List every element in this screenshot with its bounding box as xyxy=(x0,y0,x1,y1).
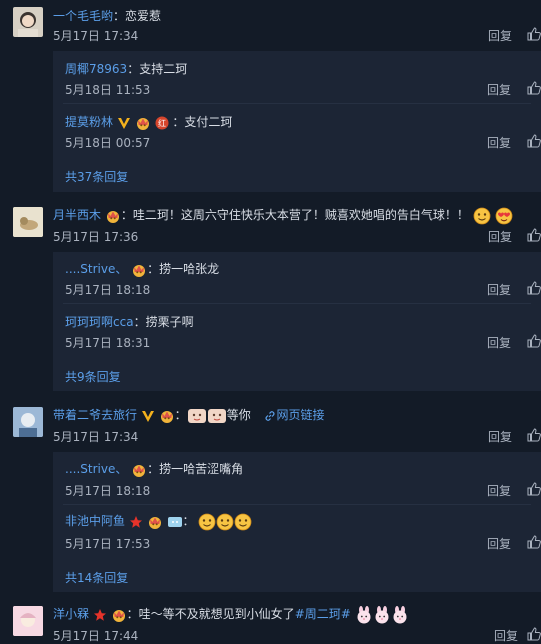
hashtag-link[interactable]: #周二珂# xyxy=(295,607,351,621)
reply-username[interactable]: ....Strive、 xyxy=(65,262,127,276)
reply-button[interactable]: 回复 xyxy=(487,482,511,499)
bunny-emoji-icon xyxy=(373,606,391,624)
reply-panel: ....Strive、 ：捞一哈苦涩嘴角 5月17日 18:18 回复 非池中阿… xyxy=(53,452,541,592)
sticker-icon xyxy=(207,407,227,425)
fan-badge-icon xyxy=(131,263,147,277)
like-icon[interactable] xyxy=(527,134,541,148)
reply-text: ： xyxy=(182,514,195,528)
fan-badge-icon xyxy=(135,116,151,130)
bunny-emoji-icon xyxy=(391,606,409,624)
more-replies-link[interactable]: 共9条回复 xyxy=(65,368,121,385)
reply-time: 5月17日 17:53 xyxy=(65,537,151,551)
avatar[interactable] xyxy=(13,207,43,237)
fan-badge-icon xyxy=(131,463,147,477)
comment-time: 5月17日 17:34 xyxy=(53,29,139,43)
avatar[interactable] xyxy=(13,7,43,37)
reply-username[interactable]: ....Strive、 xyxy=(65,462,127,476)
fan-badge-icon xyxy=(147,515,163,529)
like-icon[interactable] xyxy=(527,334,541,348)
reply-button[interactable]: 回复 xyxy=(488,428,512,445)
reply-username[interactable]: 非池中阿鱼 xyxy=(65,514,125,528)
vip-icon xyxy=(117,116,131,130)
tv-badge-icon xyxy=(167,515,183,529)
comment-time: 5月17日 17:44 xyxy=(53,629,139,643)
link-icon xyxy=(263,409,277,423)
like-icon[interactable] xyxy=(527,228,541,242)
web-link[interactable]: 网页链接 xyxy=(263,408,325,422)
fan-badge-icon xyxy=(159,409,175,423)
reply-button[interactable]: 回复 xyxy=(487,334,511,351)
avatar[interactable] xyxy=(13,606,43,636)
reply-time: 5月17日 18:31 xyxy=(65,336,151,350)
reply-username[interactable]: 提莫粉林 xyxy=(65,115,113,129)
fan-badge-icon xyxy=(105,209,121,223)
sticker-icon xyxy=(187,407,207,425)
reply-username[interactable]: 珂珂珂啊cca xyxy=(65,315,134,329)
reply-button[interactable]: 回复 xyxy=(487,281,511,298)
more-replies-link[interactable]: 共14条回复 xyxy=(65,569,128,586)
comment-text: ：哇～等不及就想见到小仙女了 xyxy=(126,607,295,621)
avatar[interactable] xyxy=(13,407,43,437)
reply-panel: ....Strive、 ：捞一哈张龙 5月17日 18:18 回复 珂珂珂啊cc… xyxy=(53,252,541,391)
reply-panel: 周椰78963：支持二珂 5月18日 11:53 回复 提莫粉林 ：支付二珂 5… xyxy=(53,51,541,192)
comment-text: ：哇二珂！这周六守住快乐大本营了！贼喜欢她唱的告白气球！！ xyxy=(120,208,469,222)
reply-time: 5月17日 18:18 xyxy=(65,484,151,498)
reply-button[interactable]: 回复 xyxy=(488,27,512,44)
comment-feed: { "comments": [ { "user": "一个毛毛哟", "text… xyxy=(0,0,541,643)
more-replies-link[interactable]: 共37条回复 xyxy=(65,168,128,185)
grin-emoji-icon xyxy=(473,207,491,225)
reply-text: ：支付二珂 xyxy=(172,115,233,129)
comment-username[interactable]: 带着二爷去旅行 xyxy=(53,408,137,422)
like-icon[interactable] xyxy=(527,482,541,496)
smile-emoji-icon xyxy=(234,513,252,531)
reply-time: 5月17日 18:18 xyxy=(65,283,151,297)
comment-username[interactable]: 一个毛毛哟 xyxy=(53,9,113,23)
reply-text: ：捞一哈张龙 xyxy=(147,262,220,276)
fan-badge-icon xyxy=(111,608,127,622)
smile-emoji-icon xyxy=(216,513,234,531)
reply-button[interactable]: 回复 xyxy=(487,134,511,151)
reply-button[interactable]: 回复 xyxy=(487,81,511,98)
bunny-emoji-icon xyxy=(355,606,373,624)
like-icon[interactable] xyxy=(527,27,541,41)
reply-time: 5月18日 11:53 xyxy=(65,83,151,97)
web-link-label[interactable]: 网页链接 xyxy=(277,408,325,422)
smile-emoji-icon xyxy=(198,513,216,531)
divider xyxy=(63,303,531,304)
like-icon[interactable] xyxy=(527,535,541,549)
reply-text: ：捞栗子啊 xyxy=(133,315,194,329)
like-icon[interactable] xyxy=(527,281,541,295)
comment-text: ：恋爱惹 xyxy=(113,9,162,23)
reply-text: ：支持二珂 xyxy=(127,62,188,76)
red-badge-icon xyxy=(155,116,169,130)
reply-text: ：捞一哈苦涩嘴角 xyxy=(147,462,244,476)
comment-username[interactable]: 洋小槑 xyxy=(53,607,89,621)
like-icon[interactable] xyxy=(527,428,541,442)
reply-time: 5月18日 00:57 xyxy=(65,136,151,150)
like-icon[interactable] xyxy=(527,627,541,641)
heart-eyes-emoji-icon xyxy=(495,207,513,225)
star-icon xyxy=(93,608,107,622)
like-icon[interactable] xyxy=(527,81,541,95)
comment-text: 等你 xyxy=(226,408,251,422)
divider xyxy=(63,504,531,505)
vip-icon xyxy=(141,409,155,423)
divider xyxy=(63,103,531,104)
reply-username[interactable]: 周椰78963 xyxy=(65,62,127,76)
reply-button[interactable]: 回复 xyxy=(488,228,512,245)
comment-time: 5月17日 17:36 xyxy=(53,230,139,244)
star-icon xyxy=(129,515,143,529)
reply-button[interactable]: 回复 xyxy=(494,627,518,644)
comment-username[interactable]: 月半西木 xyxy=(53,208,101,222)
comment-time: 5月17日 17:34 xyxy=(53,430,139,444)
reply-button[interactable]: 回复 xyxy=(487,535,511,552)
